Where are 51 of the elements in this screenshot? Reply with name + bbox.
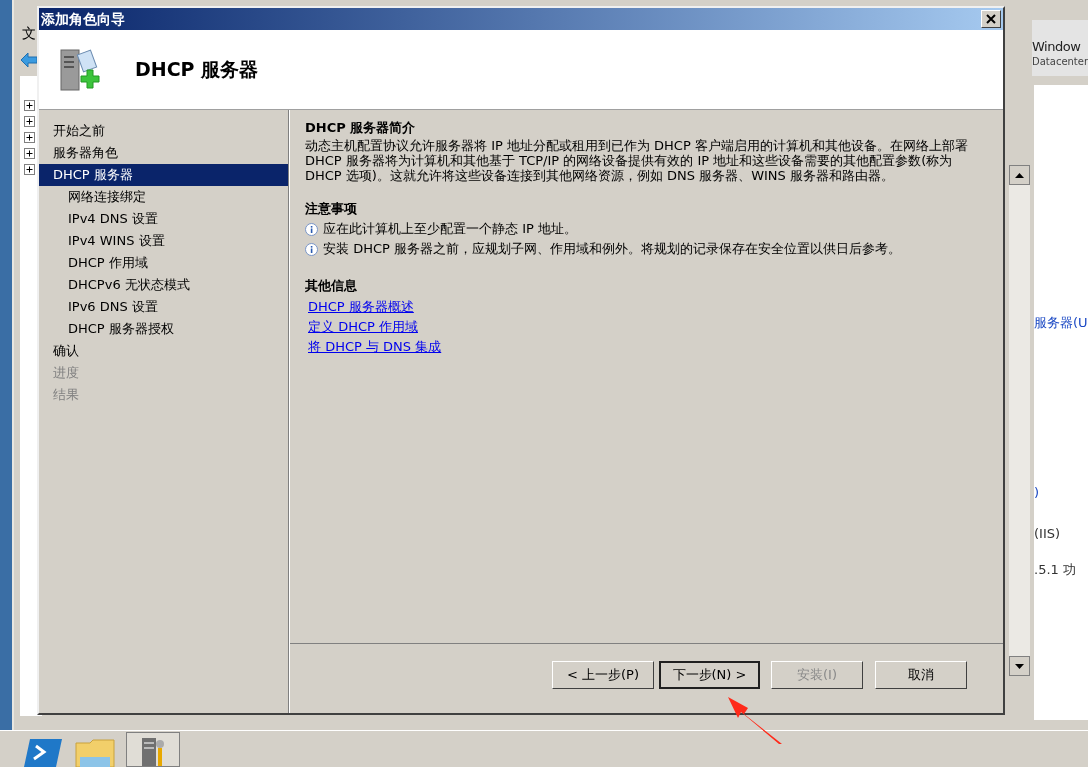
section-title: 注意事项 xyxy=(305,201,358,216)
expand-icon[interactable] xyxy=(24,164,35,175)
expand-icon[interactable] xyxy=(24,132,35,143)
help-link[interactable]: 定义 DHCP 作用域 xyxy=(308,319,418,334)
wizard-step: DHCP 服务器 xyxy=(39,164,288,186)
expand-icon[interactable] xyxy=(24,148,35,159)
page-heading: DHCP 服务器 xyxy=(135,57,259,83)
info-icon xyxy=(305,243,318,256)
section-title: DHCP 服务器简介 xyxy=(305,120,417,135)
server-icon xyxy=(140,736,166,766)
scroll-down-icon[interactable] xyxy=(1015,663,1024,669)
brand-name: Window xyxy=(1032,38,1082,56)
link-text[interactable]: 服务器(U xyxy=(1034,313,1088,333)
help-link[interactable]: DHCP 服务器概述 xyxy=(308,299,414,314)
expand-icon[interactable] xyxy=(24,100,35,111)
wizard-step: 结果 xyxy=(39,384,288,406)
note-text: 安装 DHCP 服务器之前，应规划子网、作用域和例外。将规划的记录保存在安全位置以供日后参考。 xyxy=(323,241,901,256)
wizard-step: IPv4 WINS 设置 xyxy=(39,230,288,252)
back-arrow-icon[interactable] xyxy=(20,52,38,68)
close-icon xyxy=(986,14,996,24)
annotation-arrow xyxy=(726,694,784,746)
wizard-step: 进度 xyxy=(39,362,288,384)
intro-paragraph: 动态主机配置协议允许服务器将 IP 地址分配或租用到已作为 DHCP 客户端启用的计算机和其他设备。在网络上部署 DHCP 服务器将为计算机和其他基于 TCP/IP 的网络设备提供有效的 IP 地址和这些设备需要的其他配置参数(称为 DHCP 选项)。这就允许将这些设备连接到其他网络资源，例如 DNS 服务器、WINS 服务器和路由器。 xyxy=(305,138,969,183)
expand-icon[interactable] xyxy=(24,116,35,127)
wizard-button[interactable]: < 上一步(P) xyxy=(552,660,654,689)
section-title: 其他信息 xyxy=(305,278,358,293)
wizard-step: DHCP 服务器授权 xyxy=(39,318,288,340)
wizard-button[interactable]: 取消 xyxy=(875,660,967,689)
help-link[interactable]: 将 DHCP 与 DNS 集成 xyxy=(308,339,442,354)
wizard-button[interactable]: 下一步(N) > xyxy=(659,660,760,689)
close-button[interactable] xyxy=(981,10,1001,28)
note-text: 应在此计算机上至少配置一个静态 IP 地址。 xyxy=(323,221,577,236)
window-title: 添加角色向导 xyxy=(41,9,125,29)
wizard-step: IPv4 DNS 设置 xyxy=(39,208,288,230)
wizard-step: 确认 xyxy=(39,340,288,362)
brand-edition: Datacenter xyxy=(1032,56,1088,68)
scrollbar[interactable] xyxy=(1009,165,1030,676)
taskbar-button[interactable] xyxy=(126,732,180,767)
terminal-icon[interactable] xyxy=(24,737,64,767)
link-text[interactable]: ) xyxy=(1034,482,1088,502)
list-text: (IIS) xyxy=(1034,525,1062,543)
menu-item[interactable]: 文 xyxy=(22,22,38,44)
list-text: .5.1 功 xyxy=(1034,560,1077,579)
wizard-step: DHCPv6 无状态模式 xyxy=(39,274,288,296)
info-icon xyxy=(305,223,318,236)
wizard-step: DHCP 作用域 xyxy=(39,252,288,274)
wizard-step: 开始之前 xyxy=(39,120,288,142)
wizard-step: 网络连接绑定 xyxy=(39,186,288,208)
wizard-step: IPv6 DNS 设置 xyxy=(39,296,288,318)
scroll-up-icon[interactable] xyxy=(1015,172,1024,178)
wizard-step: 服务器角色 xyxy=(39,142,288,164)
